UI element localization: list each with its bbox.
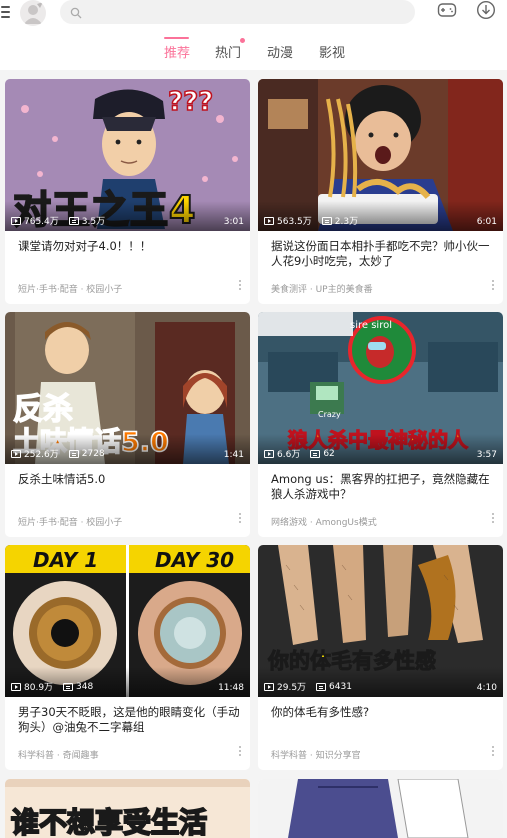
video-thumbnail[interactable]: 谁不想享受生活 xyxy=(5,779,250,838)
video-category[interactable]: 网络游戏 · AmongUs模式 xyxy=(271,515,377,528)
game-icon[interactable] xyxy=(437,1,457,23)
video-card[interactable]: 你的体毛有多性感 29.5万 6431 4:10 你的体毛有多性感? 科学科普 … xyxy=(258,545,503,770)
video-category[interactable]: 短片·手书·配音 · 校园小子 xyxy=(18,282,122,295)
danmaku-count: 2.3万 xyxy=(334,217,359,227)
video-duration: 11:48 xyxy=(218,683,244,693)
video-category[interactable]: 短片·手书·配音 · 校园小子 xyxy=(18,515,122,528)
play-count-icon xyxy=(264,216,274,225)
danmaku-icon xyxy=(310,449,321,458)
view-count: 252.6万 xyxy=(24,450,59,460)
danmaku-icon xyxy=(316,682,327,691)
danmaku-icon xyxy=(68,449,79,458)
video-thumbnail[interactable]: 你的体毛有多性感 29.5万 6431 4:10 xyxy=(258,545,503,697)
video-duration: 6:01 xyxy=(476,217,497,227)
play-count-icon xyxy=(264,449,274,458)
video-title[interactable]: 男子30天不眨眼，这是他的眼睛变化（手动狗头）@油兔不二字幕组 xyxy=(18,705,240,735)
search-icon xyxy=(70,4,82,23)
video-thumbnail[interactable]: 反杀 土味情话5.0 252.6万 2728 1:41 xyxy=(5,312,250,464)
play-count-icon xyxy=(11,682,21,691)
video-card[interactable]: sire sirol Crazy 狼人杀中最神秘的人 6.6万 62 3:57 … xyxy=(258,312,503,537)
thumbnail-title-overlay: 谁不想享受生活 xyxy=(10,805,208,838)
thumbnail-caption: DAY 30 xyxy=(155,548,235,572)
video-title[interactable]: 课堂请勿对对子4.0！！！ xyxy=(18,239,240,254)
top-bar xyxy=(0,0,507,30)
video-category[interactable]: 科学科普 · 知识分享官 xyxy=(271,748,361,761)
video-title[interactable]: 你的体毛有多性感? xyxy=(271,705,493,720)
video-card[interactable]: ??? 对王之王4 765.4万 3.5万 3:01 课堂请勿对对子4.0！！！… xyxy=(5,79,250,304)
danmaku-icon xyxy=(68,216,79,225)
danmaku-count: 348 xyxy=(76,681,94,692)
more-options-icon[interactable] xyxy=(491,280,495,294)
video-title[interactable]: 据说这份面日本相扑手都吃不完？帅小伙一人花9小时吃完，太妙了 xyxy=(271,239,493,269)
play-count-icon xyxy=(11,449,21,458)
video-duration: 3:57 xyxy=(476,450,497,460)
view-count: 80.9万 xyxy=(24,683,54,693)
notification-dot xyxy=(240,38,245,43)
video-card[interactable]: 谁不想享受生活 xyxy=(5,779,250,838)
tab-hot[interactable]: 热门 xyxy=(215,42,241,61)
video-duration: 1:41 xyxy=(223,450,244,460)
video-stats: 29.5万 6431 xyxy=(264,680,352,693)
avatar[interactable] xyxy=(20,0,46,26)
thumbnail-caption: ??? xyxy=(167,86,214,118)
video-category[interactable]: 美食测评 · UP主的美食番 xyxy=(271,282,373,295)
more-options-icon[interactable] xyxy=(238,513,242,527)
video-duration: 4:10 xyxy=(476,683,497,693)
tab-movies[interactable]: 影视 xyxy=(319,42,345,61)
video-card[interactable] xyxy=(258,779,503,838)
video-stats: 252.6万 2728 xyxy=(11,447,105,460)
search-input[interactable] xyxy=(60,0,415,24)
view-count: 563.5万 xyxy=(277,217,312,227)
video-thumbnail[interactable]: 563.5万 2.3万 6:01 xyxy=(258,79,503,231)
danmaku-count: 62 xyxy=(323,448,335,459)
danmaku-count: 2728 xyxy=(81,448,105,459)
play-count-icon xyxy=(264,682,274,691)
thumbnail-caption: DAY 1 xyxy=(33,548,99,572)
video-stats: 80.9万 348 xyxy=(11,680,93,693)
video-title[interactable]: 反杀土味情话5.0 xyxy=(18,472,240,487)
video-thumbnail[interactable]: DAY 1 DAY 30 80.9万 348 11:48 xyxy=(5,545,250,697)
video-stats: 6.6万 62 xyxy=(264,447,335,460)
video-stats: 563.5万 2.3万 xyxy=(264,214,358,227)
video-stats: 765.4万 3.5万 xyxy=(11,214,105,227)
video-card[interactable]: 反杀 土味情话5.0 252.6万 2728 1:41 反杀土味情话5.0 短片… xyxy=(5,312,250,537)
video-card[interactable]: 563.5万 2.3万 6:01 据说这份面日本相扑手都吃不完？帅小伙一人花9小… xyxy=(258,79,503,304)
video-thumbnail[interactable] xyxy=(258,779,503,838)
danmaku-icon xyxy=(63,682,74,691)
video-card[interactable]: DAY 1 DAY 30 80.9万 348 11:48 男子30天不眨眼，这是… xyxy=(5,545,250,770)
more-options-icon[interactable] xyxy=(491,746,495,760)
video-thumbnail[interactable]: ??? 对王之王4 765.4万 3.5万 3:01 xyxy=(5,79,250,231)
view-count: 6.6万 xyxy=(277,450,301,460)
video-duration: 3:01 xyxy=(223,217,244,227)
view-count: 29.5万 xyxy=(277,683,307,693)
danmaku-count: 3.5万 xyxy=(81,217,106,227)
video-thumbnail[interactable]: sire sirol Crazy 狼人杀中最神秘的人 6.6万 62 3:57 xyxy=(258,312,503,464)
thumbnail-caption: Crazy xyxy=(318,410,341,419)
menu-icon[interactable] xyxy=(1,3,10,19)
tab-recommend[interactable]: 推荐 xyxy=(164,42,190,61)
play-count-icon xyxy=(11,216,21,225)
more-options-icon[interactable] xyxy=(491,513,495,527)
video-title[interactable]: Among us：黑客界的扛把子，竟然隐藏在狼人杀游戏中？ xyxy=(271,472,493,502)
active-tab-indicator xyxy=(164,37,189,39)
danmaku-count: 6431 xyxy=(329,681,352,692)
more-options-icon[interactable] xyxy=(238,280,242,294)
more-options-icon[interactable] xyxy=(238,746,242,760)
thumbnail-caption: sire sirol xyxy=(350,320,392,331)
tab-anime[interactable]: 动漫 xyxy=(267,42,293,61)
video-category[interactable]: 科学科普 · 奇闻趣事 xyxy=(18,748,99,761)
danmaku-icon xyxy=(321,216,332,225)
tab-bar: 推荐 热门 动漫 影视 xyxy=(0,30,507,70)
view-count: 765.4万 xyxy=(24,217,59,227)
download-icon[interactable] xyxy=(476,0,496,24)
